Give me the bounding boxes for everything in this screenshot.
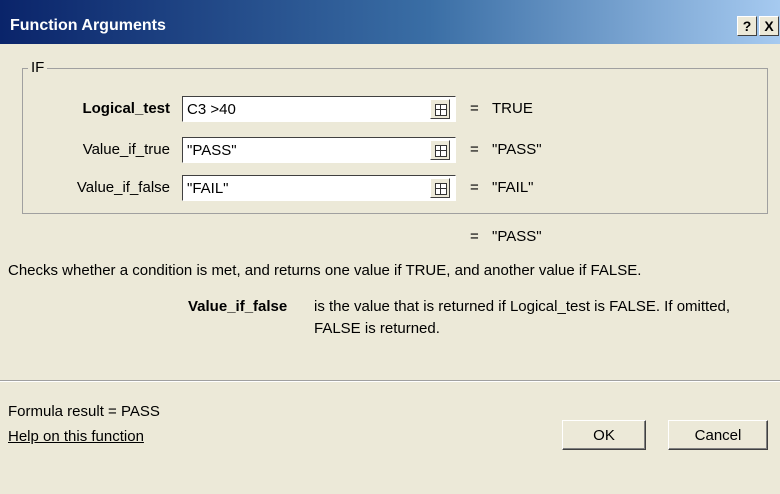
arg-label-value-if-false: Value_if_false <box>76 179 170 196</box>
equals-sign: = <box>470 141 479 158</box>
function-arguments-dialog: Function Arguments ? X IF Logical_test =… <box>0 0 780 494</box>
arg-label-value-if-true: Value_if_true <box>82 141 170 158</box>
function-result: "PASS" <box>492 228 542 245</box>
value-if-true-input[interactable] <box>182 137 456 163</box>
help-on-function-link[interactable]: Help on this function <box>8 428 144 445</box>
formula-result: Formula result = PASS <box>8 403 160 420</box>
equals-sign: = <box>470 179 479 196</box>
ok-button[interactable]: OK <box>562 420 646 450</box>
logical-test-input[interactable] <box>182 96 456 122</box>
arg-help-text-line1: is the value that is returned if Logical… <box>314 298 731 315</box>
equals-sign: = <box>470 228 479 245</box>
value-if-true-result: "PASS" <box>492 141 542 158</box>
window-title: Function Arguments <box>10 17 166 34</box>
separator <box>0 380 780 382</box>
collapse-dialog-icon[interactable] <box>430 178 450 198</box>
function-name-label: IF <box>28 59 48 76</box>
arg-help-text-line2: FALSE is returned. <box>314 320 440 337</box>
value-if-false-result: "FAIL" <box>492 179 534 196</box>
collapse-dialog-icon[interactable] <box>430 99 450 119</box>
close-icon[interactable]: X <box>759 16 779 36</box>
logical-test-result: TRUE <box>492 100 533 117</box>
arg-label-logical-test: Logical_test <box>82 100 170 117</box>
function-description: Checks whether a condition is met, and r… <box>8 262 642 279</box>
value-if-false-input[interactable] <box>182 175 456 201</box>
equals-sign: = <box>470 100 479 117</box>
arg-help-name: Value_if_false <box>188 298 288 315</box>
collapse-dialog-icon[interactable] <box>430 140 450 160</box>
title-bar[interactable]: Function Arguments ? X <box>0 0 780 44</box>
cancel-button[interactable]: Cancel <box>668 420 768 450</box>
help-question-icon[interactable]: ? <box>737 16 757 36</box>
